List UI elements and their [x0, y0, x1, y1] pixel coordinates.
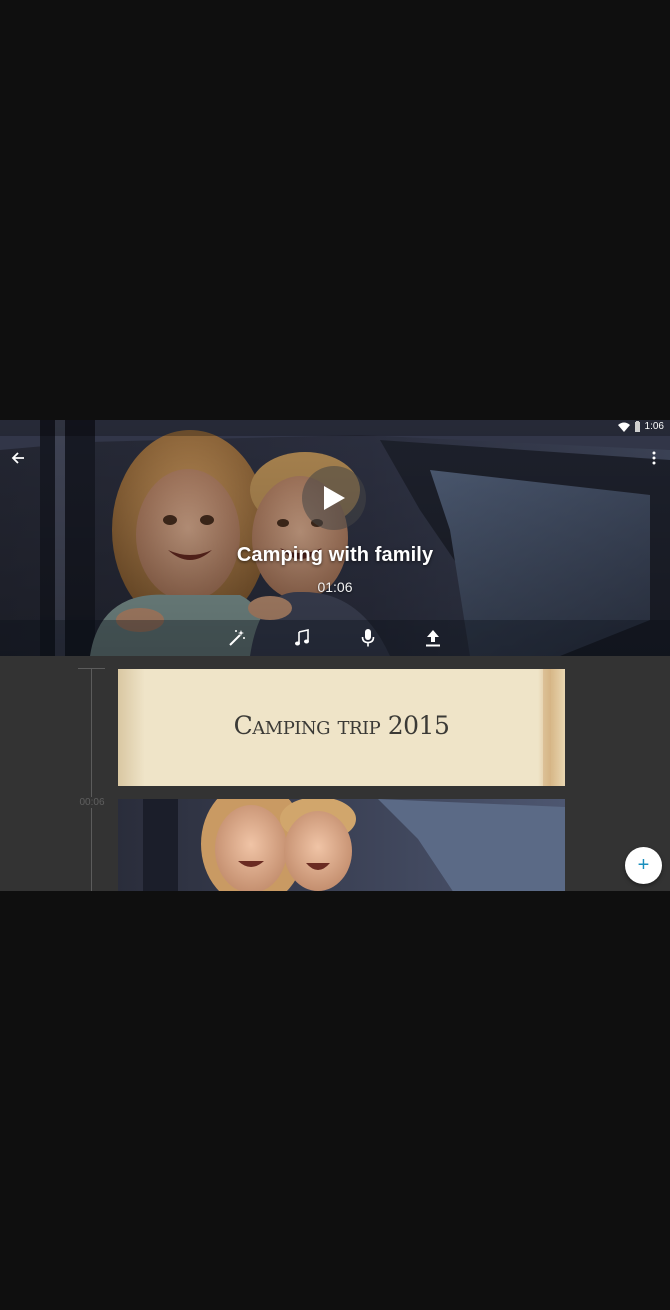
music-note-icon	[295, 629, 309, 646]
battery-icon	[634, 421, 640, 432]
timeline-track	[91, 668, 92, 891]
status-icons: 1:06	[617, 421, 664, 432]
magic-wand-icon	[229, 630, 245, 646]
storyboard-timeline[interactable]: 00:06 Camping trip 2015 +	[0, 656, 670, 891]
video-clip-thumbnail[interactable]	[118, 799, 565, 891]
microphone-icon	[361, 629, 375, 647]
project-duration: 01:06	[317, 579, 353, 595]
export-button[interactable]	[421, 626, 445, 650]
wifi-icon	[617, 422, 630, 432]
music-button[interactable]	[290, 626, 314, 650]
plus-icon: +	[637, 854, 650, 876]
arrow-back-icon	[11, 452, 24, 464]
narration-button[interactable]	[356, 626, 380, 650]
clip-thumbnail-image	[118, 799, 565, 891]
status-time: 1:06	[644, 421, 664, 432]
add-clip-button[interactable]: +	[625, 847, 662, 884]
video-preview[interactable]: 1:06 Camping with family 01:06	[0, 420, 670, 656]
theme-button[interactable]	[225, 626, 249, 650]
status-bar: 1:06	[0, 420, 670, 436]
play-icon	[324, 486, 345, 510]
timeline-time-marker: 00:06	[74, 797, 110, 808]
title-card-clip[interactable]: Camping trip 2015	[118, 669, 565, 786]
more-vert-icon	[652, 451, 656, 465]
upload-icon	[426, 630, 440, 647]
app-screen: 1:06 Camping with family 01:06 00:06 Cam…	[0, 420, 670, 891]
more-options-button[interactable]	[642, 446, 666, 470]
timeline-start-tick	[78, 668, 105, 669]
back-button[interactable]	[6, 446, 30, 470]
edit-toolbar	[0, 620, 670, 656]
title-card-text: Camping trip 2015	[233, 711, 450, 740]
project-title: Camping with family	[236, 544, 434, 566]
play-button[interactable]	[302, 466, 366, 530]
